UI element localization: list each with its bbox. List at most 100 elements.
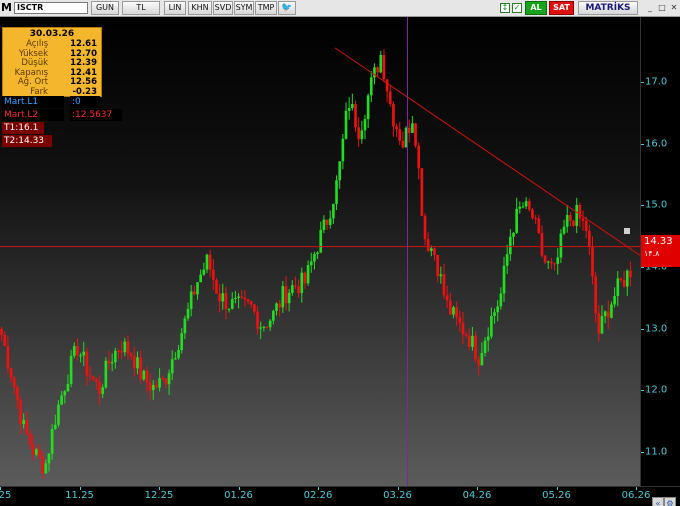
y-tick-mark [641,205,644,207]
candle-body [50,428,54,454]
candle-body [474,335,477,360]
candle-body [335,180,338,204]
sym-button[interactable]: SYM [234,1,254,15]
candle-body [439,274,443,277]
twitter-icon[interactable]: 🐦 [278,1,296,15]
candle-body [202,269,206,275]
candle-body [120,351,123,353]
sell-button[interactable]: SAT [549,1,574,15]
indicator-l1-label: Mart.L1 [2,96,64,108]
candle-body [262,326,266,328]
candle-body [629,270,632,278]
candle-body [148,382,152,391]
alarm-marker[interactable] [624,228,630,234]
svd-button[interactable]: SVD [213,1,233,15]
candle-body [379,55,383,73]
candle-body [221,293,225,302]
check-icon[interactable]: ✓ [512,3,522,13]
maximize-icon[interactable]: □ [657,2,667,14]
trading-window: M ISCTR GUN TL LIN KHN SVD SYM TMP 🐦 ↕ ✓… [0,0,680,506]
candle-body [132,356,136,369]
candle-body [69,355,73,385]
candle-body [322,219,326,230]
candle-body [294,285,297,287]
candle-body [22,420,26,425]
time-axis[interactable]: 25 11.25 12.25 01.26 02.26 03.26 04.26 05.26 06.… [0,486,680,506]
candle-body [186,308,190,319]
candle-body [610,304,613,318]
candle-body [3,335,7,347]
candle-body [480,352,484,366]
candle-body [6,346,10,369]
candle-body [600,316,604,334]
candle-body [91,376,95,380]
candle-body [211,269,215,280]
y-tick-mark [641,143,644,145]
settings-icon[interactable]: ⚙ [664,497,676,506]
candle-body [369,77,373,96]
candle-body [436,255,439,277]
candle-body [177,350,180,359]
candle-body [430,248,433,251]
resistance-trendline [334,47,640,256]
candle-body [521,206,525,208]
candle-body [234,297,237,300]
candle-body [227,308,231,310]
candle-body [268,320,272,328]
candle-body [275,303,278,311]
candle-body [218,293,221,302]
minimize-icon[interactable]: _ [645,2,655,14]
candle-body [499,293,503,307]
scroll-left-icon[interactable]: « [652,497,664,506]
candle-body [360,130,364,140]
candle-body [246,299,250,302]
candle-body [461,322,465,335]
symbol-input[interactable]: ISCTR [14,2,88,14]
app-logo[interactable]: M [1,1,14,15]
candle-body [594,276,597,314]
y-tick-mark [641,328,644,330]
candle-body [509,236,512,255]
candle-body [145,370,149,383]
candle-body [591,246,594,277]
candle-body [215,279,218,294]
candle-body [57,404,60,425]
candle-body [493,312,496,316]
period-gun-button[interactable]: GUN [91,1,119,15]
khn-button[interactable]: KHN [188,1,212,15]
candle-body [290,285,294,293]
scroll-icon[interactable]: ↕ [500,3,510,13]
candle-body [578,204,582,219]
close-icon[interactable]: ✕ [669,2,679,14]
candle-body [477,359,481,366]
candle-body [559,233,563,258]
x-tick-label: 05.26 [542,490,571,501]
candle-body [41,456,44,474]
brand-button[interactable]: MATRİKS [578,1,638,15]
tmp-button[interactable]: TMP [255,1,277,15]
currency-tl-button[interactable]: TL [122,1,160,15]
y-tick-label: 16.0 [645,138,668,149]
ohlc-info-box: 30.03.26 Açılış 12.61 Yüksek 12.70 Düşük 12.3… [2,27,102,97]
candle-body [338,161,342,181]
candle-body [278,303,281,308]
candle-body [306,265,310,284]
candle-body [518,206,522,209]
scroll-control[interactable]: «⚙ [652,491,678,506]
candle-body [565,215,569,227]
buy-button[interactable]: AL [525,1,547,15]
candle-body [256,311,259,329]
candle-body [136,357,139,369]
candle-body [170,359,174,374]
last-price-value: 14.33 [644,236,673,247]
candle-body [101,387,105,394]
candle-body [237,296,240,298]
scale-lin-button[interactable]: LIN [164,1,186,15]
candle-body [603,311,607,317]
candle-body [398,129,402,141]
candle-body [325,219,329,225]
candle-body [85,351,89,376]
candle-body [411,123,414,133]
candle-body [556,257,560,264]
candle-body [420,168,424,216]
